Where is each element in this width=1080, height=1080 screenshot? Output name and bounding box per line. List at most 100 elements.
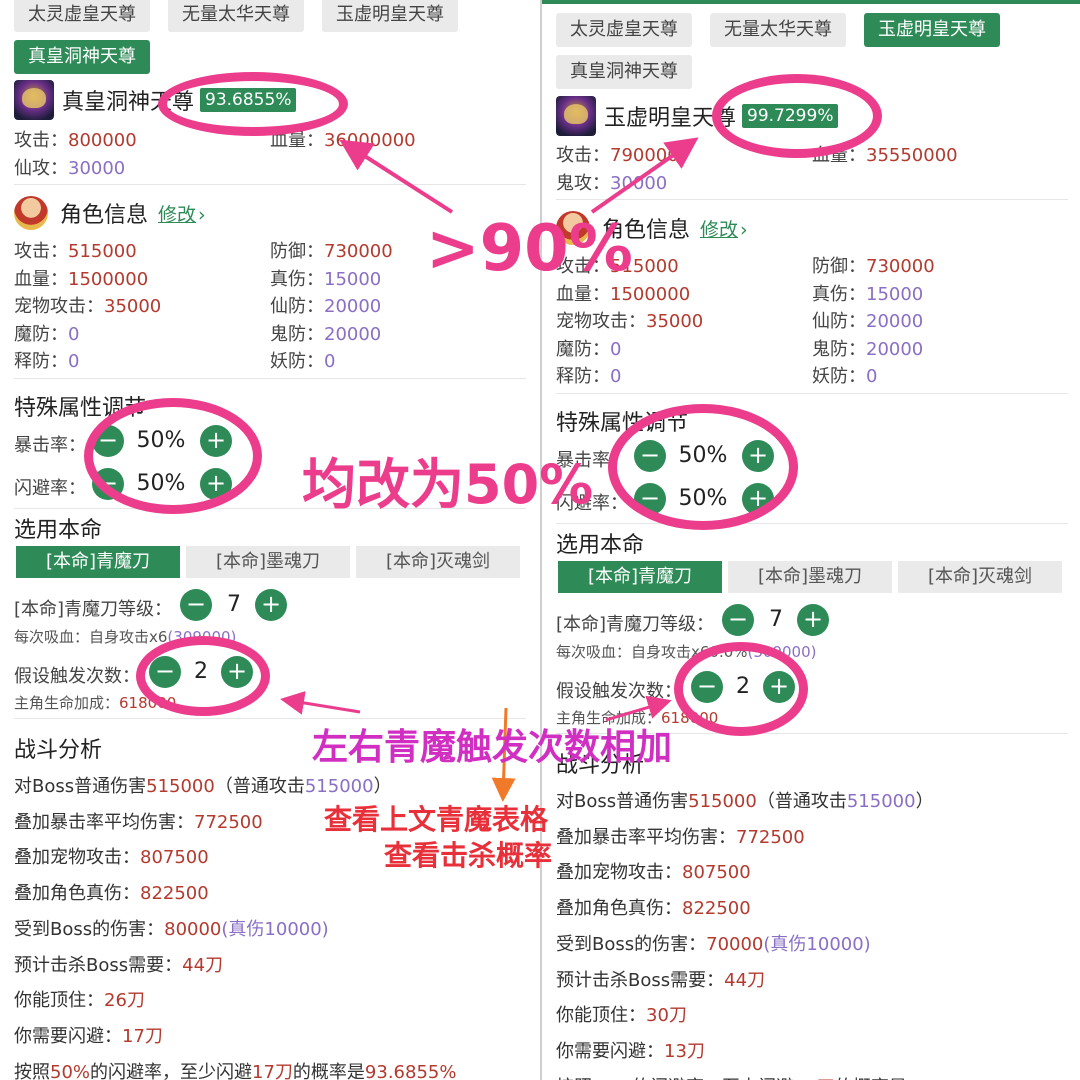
kill-probability-part: 17刀 [252,1061,293,1080]
role-stat-label: 鬼防： [270,323,324,345]
weapon-level-label: [本命]青魔刀等级： [14,599,173,620]
role-stat-value: 20000 [324,296,382,317]
highlight-ellipse-left-special [84,398,262,514]
tab-boss-3[interactable]: 玉虚明皇天尊 [864,13,1000,47]
role-stat: 攻击：515000 [14,237,137,263]
kill-probability-part: 按照 [14,1061,50,1080]
battle-line-part: 515000 [688,791,757,812]
edit-role-link[interactable]: 修改 › [158,200,206,227]
battle-line-part: 772500 [736,826,805,848]
natal-title: 选用本命 [14,518,103,543]
highlight-ellipse-right-special [608,404,798,530]
role-stat: 防御：730000 [812,252,935,278]
battle-line-part: 515000 [304,776,374,797]
role-stat-value: 15000 [324,268,382,290]
top-accent-bar [542,0,1080,4]
role-stat: 血量：1500000 [14,265,148,291]
battle-line-part: 515000 [846,791,916,812]
role-stat-label: 魔防： [556,338,610,360]
divider [556,523,1068,524]
weapon-tab-qingmo[interactable]: [本命]青魔刀 [16,546,180,578]
battle-line-part: ） [373,776,392,797]
highlight-ellipse-right-percent [712,74,882,158]
tab-boss-4[interactable]: 真皇洞神天尊 [14,40,150,74]
role-stat: 妖防：0 [812,362,877,388]
weapon-tab-qingmo[interactable]: [本命]青魔刀 [558,561,722,593]
role-stat: 仙防：20000 [270,292,381,318]
battle-line-part: 你能顶住： [14,990,104,1012]
role-stat-label: 血量： [556,283,610,305]
tab-boss-1[interactable]: 太灵虚皇天尊 [14,0,150,32]
tab-boss-4[interactable]: 真皇洞神天尊 [556,55,692,89]
battle-line: 叠加宠物攻击：807500 [14,843,209,869]
role-stat-value: 20000 [324,323,382,345]
natal-title: 选用本命 [556,533,645,558]
battle-line-part: 受到Boss的伤害： [556,933,707,955]
role-stat-label: 妖防： [812,366,866,387]
edit-role-link[interactable]: 修改 › [700,215,748,242]
weapon-tab-mohun[interactable]: [本命]墨魂刀 [186,546,350,578]
role-avatar [14,196,48,230]
weapon-tab-miehun[interactable]: [本命]灭魂剑 [898,561,1062,593]
tab-boss-3[interactable]: 玉虚明皇天尊 [322,0,458,32]
battle-line-part: 预计击杀Boss需要： [556,969,725,991]
role-title: 角色信息 [60,203,149,228]
weapon-tab-mohun[interactable]: [本命]墨魂刀 [728,561,892,593]
battle-line-part: 叠加角色真伤： [14,883,140,905]
role-stat: 防御：730000 [270,237,393,263]
role-header: 角色信息 修改 › [14,193,206,233]
role-stat-label: 防御： [270,241,324,262]
battle-line-part: 44刀 [182,954,224,976]
role-stat-label: 宠物攻击： [556,311,646,332]
highlight-ellipse-left-percent [158,72,348,136]
tab-boss-1[interactable]: 太灵虚皇天尊 [556,13,692,47]
battle-line: 预计击杀Boss需要：44刀 [556,966,765,992]
battle-line-part: 44刀 [724,969,766,991]
battle-line-part: 对Boss普通伤害 [556,791,689,812]
battle-line-part: 对Boss普通伤害 [14,776,147,797]
role-stat-value: 1500000 [610,283,691,305]
kill-probability-part: 的概率是 [292,1061,365,1080]
crit-label: 暴击率： [14,435,86,456]
tab-boss-2[interactable]: 无量太华天尊 [710,13,846,47]
boss-avatar [14,80,54,120]
role-stat-label: 释防： [556,366,610,387]
tab-boss-2[interactable]: 无量太华天尊 [168,0,304,32]
level-plus-button[interactable]: + [797,604,829,636]
boss-attack: 攻击：800000 [14,130,137,151]
battle-line: 你能顶住：26刀 [14,986,145,1012]
role-stat-value: 35000 [646,311,704,332]
role-stat: 仙防：20000 [812,307,923,333]
battle-line: 预计击杀Boss需要：44刀 [14,951,223,977]
role-stat: 真伤：15000 [812,280,923,306]
role-stat: 宠物攻击：35000 [556,307,703,333]
weapon-tab-miehun[interactable]: [本命]灭魂剑 [356,546,520,578]
divider [556,393,1068,394]
level-plus-button[interactable]: + [255,589,287,621]
battle-title: 战斗分析 [14,738,103,763]
chevron-right-icon: › [740,218,748,241]
kill-probability-part: 按照 [556,1077,592,1080]
battle-line: 受到Boss的伤害：80000(真伤10000) [14,915,329,941]
role-stat-label: 鬼防： [812,338,866,360]
battle-line-part: （普通攻击 [756,791,847,812]
battle-line-part: (真伤10000) [221,918,329,940]
right-panel: 太灵虚皇天尊 无量太华天尊 玉虚明皇天尊 真皇洞神天尊 玉虚明皇天尊 99.72… [540,0,1080,1080]
role-stat-value: 730000 [324,241,393,262]
battle-line-part: 你能顶住： [556,1005,646,1027]
role-stat: 释防：0 [556,362,621,388]
battle-line-part: 预计击杀Boss需要： [14,954,183,976]
divider [14,184,526,185]
battle-line: 叠加宠物攻击：807500 [556,858,751,884]
kill-probability-part: 93.6855% [364,1061,457,1080]
kill-probability-part: 50% [50,1061,91,1080]
battle-line: 叠加角色真伤：822500 [556,894,751,920]
role-stat: 魔防：0 [14,320,79,346]
weapon-level-label: [本命]青魔刀等级： [556,614,715,635]
boss-extra-attack: 鬼攻：30000 [556,173,668,194]
boss-extra-attack: 仙攻：30000 [14,158,126,179]
battle-line: 你需要闪避：17刀 [14,1022,163,1048]
role-stat-label: 攻击： [14,241,68,262]
chevron-right-icon: › [198,203,206,226]
battle-line: 对Boss普通伤害515000（普通攻击515000） [14,772,392,798]
